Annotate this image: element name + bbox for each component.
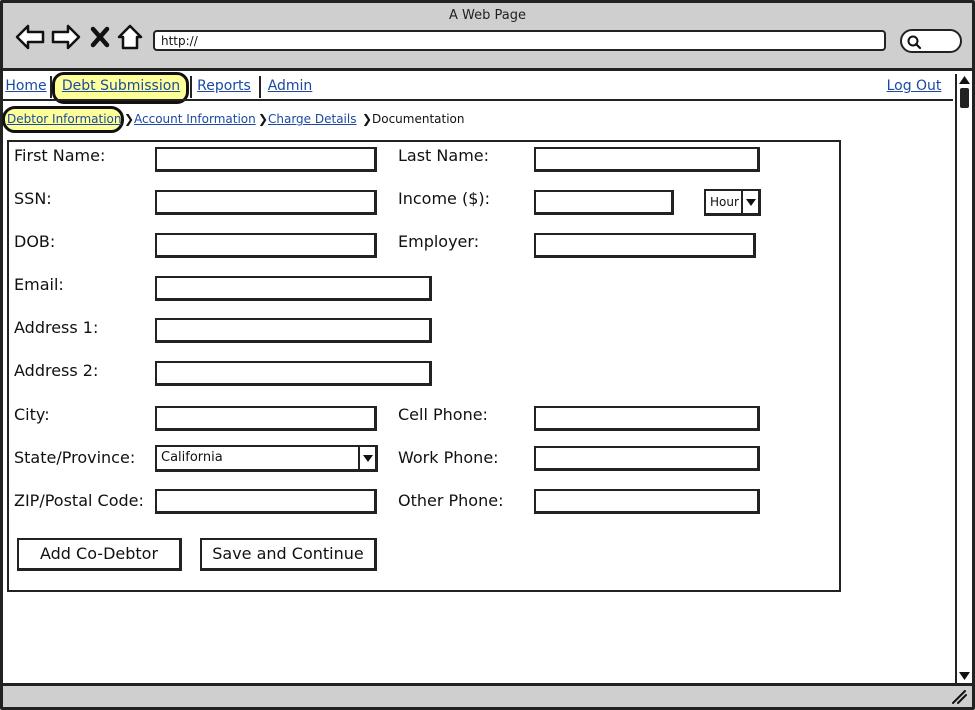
tab-divider — [50, 76, 52, 98]
tab-debt-submission[interactable]: Debt Submission — [56, 74, 186, 99]
scroll-thumb[interactable] — [960, 88, 969, 108]
logout-link[interactable]: Log Out — [883, 74, 945, 99]
address2-field[interactable] — [155, 361, 432, 386]
home-icon[interactable] — [116, 22, 146, 52]
forward-arrow-icon[interactable] — [51, 22, 81, 52]
work-phone-label: Work Phone: — [398, 448, 499, 467]
city-label: City: — [14, 405, 50, 424]
zip-label: ZIP/Postal Code: — [14, 491, 144, 510]
dob-label: DOB: — [14, 232, 56, 251]
last-name-field[interactable] — [534, 147, 760, 172]
cell-phone-field[interactable] — [534, 406, 760, 431]
zip-field[interactable] — [155, 489, 377, 514]
scroll-down-arrow-icon[interactable] — [959, 672, 970, 680]
breadcrumb-account-information[interactable]: Account Information — [134, 111, 256, 127]
dropdown-arrow-icon — [358, 447, 375, 469]
first-name-field[interactable] — [155, 147, 377, 172]
stop-x-icon[interactable] — [88, 22, 118, 52]
url-input[interactable]: http:// — [153, 30, 886, 51]
tab-divider — [259, 76, 261, 98]
work-phone-field[interactable] — [534, 446, 760, 471]
breadcrumb-chevron-icon: ❯ — [124, 112, 135, 126]
tab-admin[interactable]: Admin — [265, 74, 315, 99]
search-icon — [907, 35, 922, 50]
save-and-continue-button[interactable]: Save and Continue — [200, 538, 377, 571]
city-field[interactable] — [155, 406, 377, 431]
ssn-label: SSN: — [14, 189, 52, 208]
ssn-field[interactable] — [155, 190, 377, 215]
tab-home[interactable]: Home — [5, 74, 47, 99]
income-field[interactable] — [534, 190, 674, 215]
state-select-value: California — [161, 450, 223, 465]
tab-reports[interactable]: Reports — [194, 74, 254, 99]
breadcrumb-charge-details[interactable]: Charge Details — [268, 111, 356, 127]
status-bar — [3, 683, 972, 707]
window-title: A Web Page — [449, 8, 526, 23]
first-name-label: First Name: — [14, 146, 106, 165]
income-period-value: Hour — [710, 195, 739, 209]
address1-field[interactable] — [155, 318, 432, 343]
email-label: Email: — [14, 275, 64, 294]
email-field[interactable] — [155, 276, 432, 301]
vertical-scrollbar[interactable] — [955, 74, 972, 684]
breadcrumb-debtor-information[interactable]: Debtor Information — [7, 111, 123, 127]
other-phone-field[interactable] — [534, 489, 760, 514]
back-arrow-icon[interactable] — [15, 22, 45, 52]
other-phone-label: Other Phone: — [398, 491, 504, 510]
add-co-debtor-button[interactable]: Add Co-Debtor — [17, 538, 182, 571]
scroll-up-arrow-icon[interactable] — [959, 76, 970, 84]
employer-field[interactable] — [534, 233, 756, 258]
nav-tabs: Home Debt Submission Reports Admin Log O… — [3, 74, 953, 101]
income-period-select[interactable]: Hour — [704, 189, 761, 216]
dob-field[interactable] — [155, 233, 377, 258]
resize-grip-icon[interactable] — [951, 690, 967, 704]
search-field[interactable] — [900, 29, 962, 53]
dropdown-arrow-icon — [741, 191, 758, 213]
tab-divider — [190, 76, 192, 98]
address2-label: Address 2: — [14, 361, 99, 380]
breadcrumb-chevron-icon: ❯ — [362, 112, 373, 126]
breadcrumb-documentation[interactable]: Documentation — [372, 111, 465, 127]
state-select[interactable]: California — [155, 445, 378, 472]
employer-label: Employer: — [398, 232, 480, 251]
state-label: State/Province: — [14, 448, 136, 467]
last-name-label: Last Name: — [398, 146, 490, 165]
cell-phone-label: Cell Phone: — [398, 405, 488, 424]
address1-label: Address 1: — [14, 318, 99, 337]
income-label: Income ($): — [398, 189, 491, 208]
breadcrumb-chevron-icon: ❯ — [258, 112, 269, 126]
